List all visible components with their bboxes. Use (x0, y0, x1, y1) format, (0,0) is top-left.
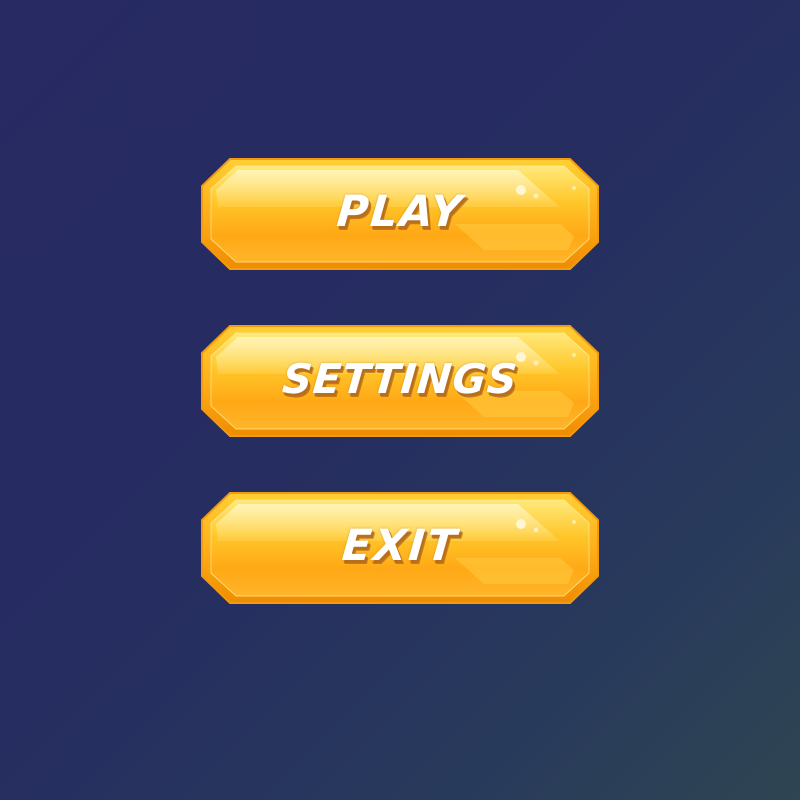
button-frame (201, 158, 599, 270)
main-menu: PLAY SETTINGS EXIT (0, 0, 800, 800)
play-button[interactable]: PLAY (200, 158, 600, 270)
button-frame (201, 325, 599, 437)
exit-button[interactable]: EXIT (200, 492, 600, 604)
button-frame (201, 492, 599, 604)
settings-button[interactable]: SETTINGS (200, 325, 600, 437)
